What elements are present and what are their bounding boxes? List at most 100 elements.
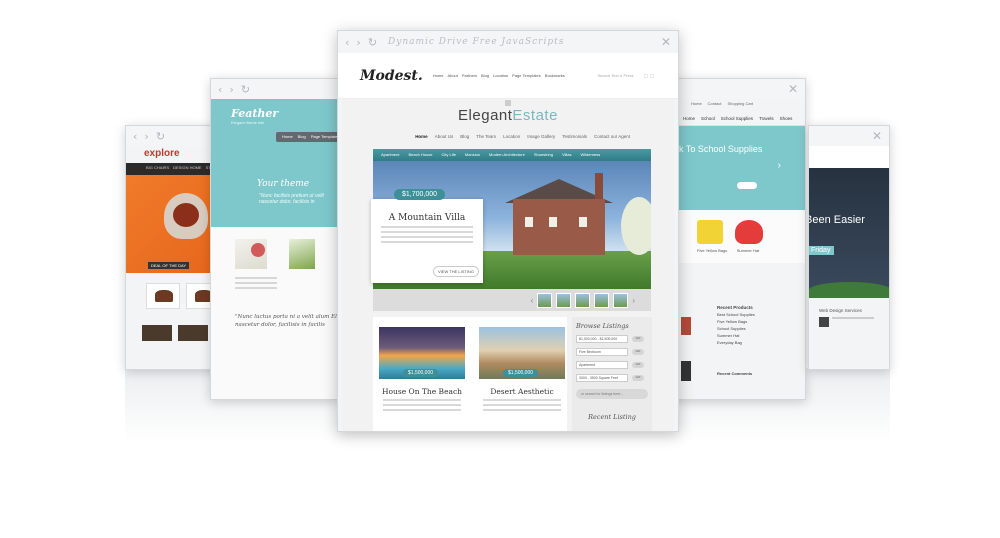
hero-button[interactable] bbox=[737, 182, 757, 189]
top-link[interactable]: Shopping Cart bbox=[727, 101, 753, 106]
price-select[interactable]: $1,000,000 - $1,500,000 bbox=[576, 335, 628, 343]
nav-item[interactable]: Partners bbox=[462, 73, 477, 78]
quote-line: nascetur dolor, facilisis in bbox=[259, 199, 315, 205]
listing-title[interactable]: Desert Aesthetic bbox=[479, 387, 565, 396]
nav-item[interactable]: Location bbox=[503, 134, 520, 139]
social-icons[interactable]: ◻◻ bbox=[644, 73, 656, 79]
nav-item[interactable]: Page Templates bbox=[512, 73, 541, 78]
slide-thumb[interactable] bbox=[613, 292, 629, 308]
nav-item[interactable]: Location bbox=[493, 73, 508, 78]
next-arrow-icon[interactable]: › bbox=[632, 296, 635, 305]
browser-window-school-supplies[interactable]: ✕ Home Contact Shopping Cart Home School… bbox=[672, 78, 806, 400]
post-image[interactable] bbox=[235, 239, 267, 269]
nav-item[interactable]: About Us bbox=[435, 134, 454, 139]
type-select[interactable]: Apartment bbox=[576, 361, 628, 369]
nav-item[interactable]: Home bbox=[282, 134, 293, 140]
listing-card[interactable]: $1,500,000 Desert Aesthetic bbox=[479, 327, 565, 414]
nav-item[interactable]: Blog bbox=[460, 134, 469, 139]
refresh-icon[interactable]: ↻ bbox=[241, 83, 250, 96]
nav-item[interactable]: Contact our Agent bbox=[594, 134, 630, 139]
search-input[interactable]: Search Text & Press bbox=[598, 73, 634, 78]
product-image[interactable] bbox=[178, 325, 208, 341]
widget-item[interactable]: Summer Hat bbox=[717, 332, 755, 339]
product-thumb[interactable] bbox=[146, 283, 180, 309]
product-card[interactable]: Summer Hat bbox=[735, 220, 763, 253]
forward-arrow-icon[interactable]: › bbox=[356, 36, 360, 49]
category-item[interactable]: Mansion bbox=[465, 152, 480, 158]
product-image[interactable] bbox=[142, 325, 172, 341]
slide-thumb[interactable] bbox=[575, 292, 591, 308]
nav-item[interactable]: School Supplies bbox=[721, 116, 753, 121]
view-listing-button[interactable]: VIEW THE LISTING bbox=[433, 266, 479, 277]
category-item[interactable]: Shoestring bbox=[534, 152, 553, 158]
nav-item[interactable]: Testimonials bbox=[562, 134, 587, 139]
listing-search-input[interactable]: or search for listings here... bbox=[576, 389, 648, 399]
nav-item[interactable]: DESIGN HOME bbox=[173, 165, 201, 173]
nav-item[interactable]: Bookmarks bbox=[545, 73, 565, 78]
nav-item[interactable]: About bbox=[447, 73, 457, 78]
product-card[interactable]: Five Yellow Bags bbox=[697, 220, 727, 253]
widget-item[interactable]: Everyday Bag bbox=[717, 339, 755, 346]
nav-item[interactable]: School bbox=[701, 116, 715, 121]
slide-thumb[interactable] bbox=[556, 292, 572, 308]
hero-banner: Feather Elegant theme site Home Blog Pag… bbox=[211, 99, 339, 227]
refresh-icon[interactable]: ↻ bbox=[368, 36, 377, 49]
site-logo[interactable]: ElegantEstate bbox=[342, 107, 674, 124]
slide-title[interactable]: A Mountain Villa bbox=[371, 213, 483, 223]
nav-item[interactable]: Blog bbox=[481, 73, 489, 78]
widget-item[interactable]: Five Yellow Bags bbox=[717, 318, 755, 325]
bedrooms-select[interactable]: Five Bedroom bbox=[576, 348, 628, 356]
close-icon[interactable]: ✕ bbox=[872, 129, 882, 143]
back-arrow-icon[interactable]: ‹ bbox=[218, 83, 222, 96]
nav-item[interactable]: Home bbox=[683, 116, 695, 121]
prev-arrow-icon[interactable]: ‹ bbox=[531, 296, 534, 305]
nav-item[interactable]: Blog bbox=[298, 134, 306, 140]
category-item[interactable]: Beach House bbox=[408, 152, 432, 158]
browser-window-main[interactable]: ‹ › ↻ Dynamic Drive Free JavaScripts ✕ M… bbox=[337, 30, 679, 432]
product-label[interactable]: Five Yellow Bags bbox=[697, 248, 727, 253]
nav-item[interactable]: The Team bbox=[476, 134, 496, 139]
forward-arrow-icon[interactable]: › bbox=[229, 83, 233, 96]
nav-item[interactable]: BIG CHAIRS bbox=[146, 165, 169, 173]
nav-item[interactable]: Home bbox=[415, 134, 428, 139]
forward-arrow-icon[interactable]: › bbox=[144, 130, 148, 143]
post-image[interactable] bbox=[288, 239, 315, 269]
category-item[interactable]: Wilderness bbox=[580, 152, 600, 158]
site-logo[interactable]: Feather bbox=[231, 107, 319, 120]
slide-thumb[interactable] bbox=[594, 292, 610, 308]
close-icon[interactable]: ✕ bbox=[788, 82, 798, 96]
category-item[interactable]: City Life bbox=[441, 152, 455, 158]
product-label[interactable]: Summer Hat bbox=[735, 248, 761, 253]
category-item[interactable]: Villas bbox=[562, 152, 572, 158]
top-link[interactable]: Home bbox=[691, 101, 702, 106]
nav-item[interactable]: Image Gallery bbox=[527, 134, 555, 139]
service-item[interactable] bbox=[809, 317, 889, 335]
slide-thumb[interactable] bbox=[537, 292, 553, 308]
product-image[interactable] bbox=[681, 361, 691, 381]
browser-window-feather[interactable]: ‹ › ↻ Feather Elegant theme site Home Bl… bbox=[210, 78, 340, 400]
nav-item[interactable]: Shoes bbox=[780, 116, 793, 121]
back-arrow-icon[interactable]: ‹ bbox=[133, 130, 137, 143]
go-button[interactable]: GO bbox=[632, 336, 644, 342]
widget-item[interactable]: Best School Supplies bbox=[717, 311, 755, 318]
go-button[interactable]: GO bbox=[632, 349, 644, 355]
top-link[interactable]: Contact bbox=[708, 101, 722, 106]
widget-item[interactable]: School Supplies bbox=[717, 325, 755, 332]
site-logo[interactable]: Modest. bbox=[360, 68, 423, 84]
size-select[interactable]: 3000 - 3500 Square Feet bbox=[576, 374, 628, 382]
go-button[interactable]: GO bbox=[632, 362, 644, 368]
go-button[interactable]: GO bbox=[632, 375, 644, 381]
nav-item[interactable]: Home bbox=[433, 73, 444, 78]
close-icon[interactable]: ✕ bbox=[661, 35, 671, 49]
next-arrow-icon[interactable]: › bbox=[778, 160, 781, 171]
product-image[interactable] bbox=[681, 317, 691, 335]
refresh-icon[interactable]: ↻ bbox=[156, 130, 165, 143]
browser-window-easier[interactable]: ✕ Been Easier Friday Web Design Services bbox=[808, 125, 890, 370]
listing-title[interactable]: House On The Beach bbox=[379, 387, 465, 396]
nav-item[interactable]: Page Templates bbox=[311, 134, 339, 140]
category-item[interactable]: Modern Architecture bbox=[489, 152, 525, 158]
nav-item[interactable]: Travels bbox=[759, 116, 774, 121]
listing-card[interactable]: $1,500,000 House On The Beach bbox=[379, 327, 465, 414]
category-item[interactable]: Apartment bbox=[381, 152, 399, 158]
back-arrow-icon[interactable]: ‹ bbox=[345, 36, 349, 49]
